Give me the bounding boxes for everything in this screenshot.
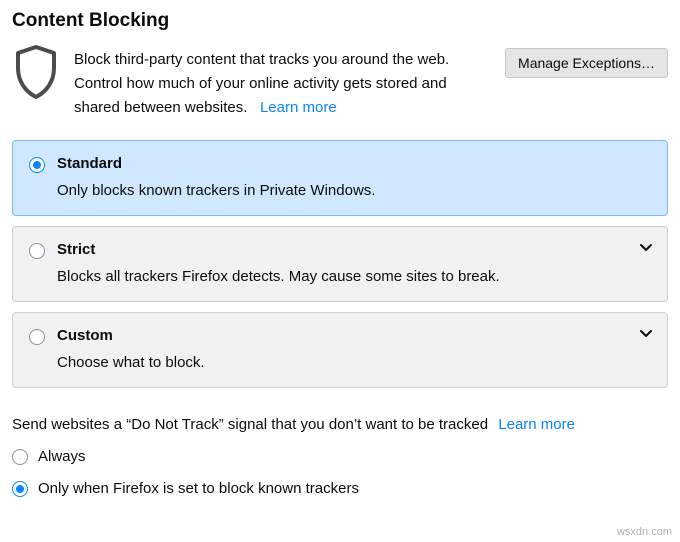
- shield-icon: [12, 44, 60, 100]
- chevron-down-icon[interactable]: [639, 327, 653, 341]
- dnt-option-only-block-label: Only when Firefox is set to block known …: [38, 480, 359, 497]
- radio-dnt-only-block[interactable]: [12, 481, 28, 497]
- option-custom-body: Custom Choose what to block.: [57, 327, 651, 371]
- dnt-option-always[interactable]: Always: [12, 447, 668, 465]
- dnt-option-only-block[interactable]: Only when Firefox is set to block known …: [12, 479, 668, 497]
- intro-text: Block third-party content that tracks yo…: [74, 44, 491, 120]
- option-strict-title: Strict: [57, 241, 651, 258]
- option-standard-desc: Only blocks known trackers in Private Wi…: [57, 182, 651, 199]
- option-custom-desc: Choose what to block.: [57, 354, 651, 371]
- option-strict-desc: Blocks all trackers Firefox detects. May…: [57, 268, 651, 285]
- watermark: wsxdn.com: [617, 526, 672, 538]
- option-custom[interactable]: Custom Choose what to block.: [12, 312, 668, 388]
- dnt-label: Send websites a “Do Not Track” signal th…: [12, 416, 488, 433]
- radio-custom[interactable]: [29, 329, 45, 345]
- option-strict-body: Strict Blocks all trackers Firefox detec…: [57, 241, 651, 285]
- learn-more-link[interactable]: Learn more: [260, 99, 337, 116]
- option-strict[interactable]: Strict Blocks all trackers Firefox detec…: [12, 226, 668, 302]
- intro-row: Block third-party content that tracks yo…: [12, 44, 668, 120]
- option-standard-title: Standard: [57, 155, 651, 172]
- radio-dnt-always[interactable]: [12, 449, 28, 465]
- manage-exceptions-button[interactable]: Manage Exceptions…: [505, 48, 668, 78]
- radio-standard[interactable]: [29, 157, 45, 173]
- dnt-section: Send websites a “Do Not Track” signal th…: [12, 416, 668, 497]
- chevron-down-icon[interactable]: [639, 241, 653, 255]
- option-standard-body: Standard Only blocks known trackers in P…: [57, 155, 651, 199]
- radio-strict[interactable]: [29, 243, 45, 259]
- option-custom-title: Custom: [57, 327, 651, 344]
- option-standard[interactable]: Standard Only blocks known trackers in P…: [12, 140, 668, 216]
- section-heading: Content Blocking: [12, 10, 668, 32]
- dnt-learn-more-link[interactable]: Learn more: [498, 416, 575, 433]
- dnt-option-always-label: Always: [38, 448, 86, 465]
